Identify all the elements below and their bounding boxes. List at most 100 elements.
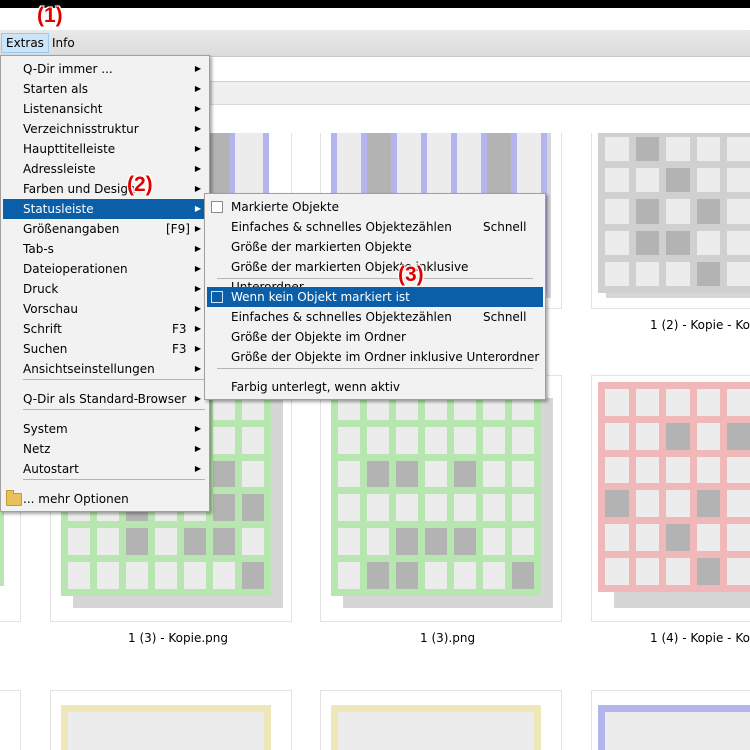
status-menu-item-6[interactable]: Einfaches & schnelles Objektezählen Schne… (207, 307, 543, 327)
status-menu-item-2[interactable]: Einfaches & schnelles Objektezählen Schne… (207, 217, 543, 237)
menu-item-label: Suchen (23, 342, 68, 356)
submenu-arrow-icon: ▶ (194, 394, 201, 403)
annotation-3: (3) (398, 263, 424, 286)
checkbox-icon[interactable] (211, 201, 223, 213)
status-menu-item-1[interactable]: Markierte Objekte (207, 197, 543, 217)
menu-item-shortcut: F3 (172, 322, 187, 336)
annotation-2: (2) (127, 173, 153, 196)
submenu-arrow-icon: ▶ (194, 204, 201, 213)
status-menu-item-4[interactable]: Größe der markierten Objekte inklusive U… (207, 257, 543, 294)
menu-item-listenansicht[interactable]: Listenansicht ▶ (3, 99, 207, 119)
menu-item-mehr-optionen[interactable]: ... mehr Optionen (3, 489, 207, 509)
menu-item-label: Vorschau (23, 302, 78, 316)
menu-item-label: Haupttitelleiste (23, 142, 116, 156)
menu-item-label: Tab-s (23, 242, 54, 256)
status-menu-item-3[interactable]: Größe der markierten Objekte (207, 237, 543, 257)
menu-item-label: Ansichtseinstellungen (23, 362, 155, 376)
menu-separator (217, 278, 533, 279)
menu-item-label: Autostart (23, 462, 79, 476)
menu-item-suchen[interactable]: Suchen F3 ▶ (3, 339, 207, 359)
menu-item-netz[interactable]: Netz ▶ (3, 439, 207, 459)
submenu-arrow-icon: ▶ (194, 464, 201, 473)
file-caption[interactable]: 1 (3) - Kopie.png (128, 631, 228, 645)
menu-item-label: Netz (23, 442, 51, 456)
menu-item-system[interactable]: System ▶ (3, 419, 207, 439)
thumbnail-blue-3[interactable] (591, 690, 750, 750)
menu-item-shortcut: F3 (172, 342, 187, 356)
menu-item-label: ... mehr Optionen (23, 492, 129, 506)
submenu-arrow-icon: ▶ (194, 124, 201, 133)
file-caption[interactable]: 1 (4) - Kopie - Kopie (650, 631, 750, 645)
menu-item-label: Q-Dir als Standard-Browser (23, 392, 187, 406)
menu-item-statusleiste[interactable]: Statusleiste ▶ (3, 199, 207, 219)
window-top-edge (0, 0, 750, 8)
annotation-1: (1) (37, 4, 63, 27)
menu-item-dateioperationen[interactable]: Dateioperationen ▶ (3, 259, 207, 279)
menu-item-label: Farbig unterlegt, wenn aktiv (231, 380, 401, 394)
file-caption[interactable]: 1 (3).png (420, 631, 475, 645)
menu-info[interactable]: Info (48, 34, 79, 52)
submenu-arrow-icon: ▶ (194, 324, 201, 333)
menu-item-schrift[interactable]: Schrift F3 ▶ (3, 319, 207, 339)
submenu-arrow-icon: ▶ (194, 244, 201, 253)
menu-item-label: Wenn kein Objekt markiert ist (231, 290, 410, 304)
submenu-arrow-icon: ▶ (194, 144, 201, 153)
extras-dropdown-menu: Q-Dir immer ... ▶ Starten als ▶ Listenansich… (0, 55, 210, 512)
menu-item-label: System (23, 422, 68, 436)
menu-separator (23, 379, 205, 380)
menu-item-label: Markierte Objekte (231, 200, 339, 214)
menu-item-label: Druck (23, 282, 59, 296)
submenu-arrow-icon: ▶ (194, 444, 201, 453)
submenu-arrow-icon: ▶ (194, 104, 201, 113)
menu-item-label: Starten als (23, 82, 89, 96)
checkbox-icon[interactable] (211, 291, 223, 303)
menu-item-shortcut: Schnell (483, 220, 527, 234)
folder-icon (6, 490, 22, 506)
menu-separator (23, 409, 205, 410)
file-caption[interactable]: 1 (2) - Kopie - Kopie (650, 318, 750, 332)
menu-item-starten-als[interactable]: Starten als ▶ (3, 79, 207, 99)
menu-item-adressleiste[interactable]: Adressleiste ▶ (3, 159, 207, 179)
menu-item-label: Größe der markierten Objekte (231, 240, 412, 254)
menu-item-label: Dateioperationen (23, 262, 128, 276)
status-menu-item-9[interactable]: Farbig unterlegt, wenn aktiv (207, 377, 543, 397)
submenu-arrow-icon: ▶ (194, 184, 201, 193)
menu-item-farben-und-design[interactable]: Farben und Design ▶ (3, 179, 207, 199)
menu-item-label: Listenansicht (23, 102, 103, 116)
menu-item-haupttitelleiste[interactable]: Haupttitelleiste ▶ (3, 139, 207, 159)
menu-item-tab-s[interactable]: Tab-s ▶ (3, 239, 207, 259)
menu-item-q-dir-immer[interactable]: Q-Dir immer ... ▶ (3, 59, 207, 79)
menu-separator (217, 368, 533, 369)
menu-item-größenangaben[interactable]: Größenangaben [F9] ▶ (3, 219, 207, 239)
menu-item-label: Größenangaben (23, 222, 120, 236)
menu-item-vorschau[interactable]: Vorschau ▶ (3, 299, 207, 319)
thumbnail-partial-left-2[interactable] (0, 690, 21, 750)
submenu-arrow-icon: ▶ (194, 84, 201, 93)
thumbnail-green-2[interactable] (320, 375, 562, 622)
menu-item-verzeichnisstruktur[interactable]: Verzeichnisstruktur ▶ (3, 119, 207, 139)
menu-extras[interactable]: Extras (1, 33, 49, 53)
menu-item-label: Größe der Objekte im Ordner (231, 330, 406, 344)
menu-item-label: Statusleiste (23, 202, 94, 216)
menu-item-q-dir-als-standard-browser[interactable]: Q-Dir als Standard-Browser ▶ (3, 389, 207, 409)
submenu-arrow-icon: ▶ (194, 264, 201, 273)
menu-item-label: Adressleiste (23, 162, 96, 176)
menu-item-label: Schrift (23, 322, 62, 336)
submenu-arrow-icon: ▶ (194, 224, 201, 233)
menu-separator (23, 479, 205, 480)
menu-item-label: Einfaches & schnelles Objektezählen (231, 310, 452, 324)
status-menu-item-8[interactable]: Größe der Objekte im Ordner inklusive Un… (207, 347, 543, 367)
status-menu-item-7[interactable]: Größe der Objekte im Ordner (207, 327, 543, 347)
thumbnail-yellow-1[interactable] (50, 690, 292, 750)
menu-bar: Extras Info (0, 30, 750, 57)
submenu-arrow-icon: ▶ (194, 364, 201, 373)
thumbnail-gray[interactable] (591, 133, 750, 309)
thumbnail-yellow-2[interactable] (320, 690, 562, 750)
statusleiste-submenu: Markierte Objekte Einfaches & schnelles O… (204, 193, 546, 400)
menu-item-autostart[interactable]: Autostart ▶ (3, 459, 207, 479)
thumbnail-red[interactable] (591, 375, 750, 622)
status-menu-item-5[interactable]: Wenn kein Objekt markiert ist (207, 287, 543, 307)
menu-item-druck[interactable]: Druck ▶ (3, 279, 207, 299)
menu-item-label: Größe der Objekte im Ordner inklusive Un… (231, 350, 540, 364)
menu-item-ansichtseinstellungen[interactable]: Ansichtseinstellungen ▶ (3, 359, 207, 379)
